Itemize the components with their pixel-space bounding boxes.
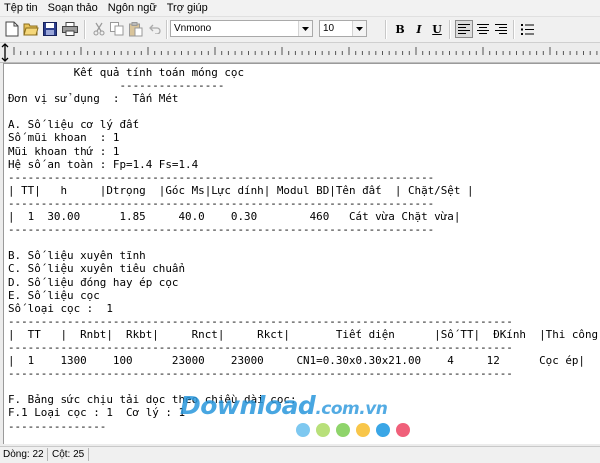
- document-line: | TT| h |Dtrọng |Góc Ms|Lực dính| Modul …: [8, 183, 474, 197]
- underline-button[interactable]: U: [428, 20, 446, 38]
- document-line: ----------------------------------------…: [8, 196, 435, 210]
- watermark-dot: [316, 423, 330, 437]
- copy-icon: [110, 22, 124, 36]
- align-center-icon: [477, 24, 489, 34]
- new-file-button[interactable]: [3, 20, 21, 38]
- menu-language[interactable]: Ngôn ngữ: [103, 0, 162, 16]
- indent-marker-icon[interactable]: [0, 43, 10, 62]
- cut-button[interactable]: [90, 20, 108, 38]
- paste-button[interactable]: [127, 20, 145, 38]
- font-size-value: 10: [323, 23, 335, 34]
- paste-icon: [129, 21, 143, 36]
- document-line: Số loại cọc : 1: [8, 301, 113, 315]
- status-separator: [47, 448, 48, 461]
- align-center-button[interactable]: [474, 20, 492, 38]
- font-size-select[interactable]: 10: [319, 20, 367, 37]
- undo-icon: [149, 24, 161, 34]
- document-line: C. Số liệu xuyên tiêu chuẩn: [8, 262, 186, 276]
- text-editor[interactable]: Kết quả tính toán móng cọc -------------…: [3, 63, 600, 444]
- align-left-icon: [458, 24, 470, 34]
- toolbar: Vnmono 10 B I U: [0, 17, 600, 43]
- ruler-ticks: [13, 47, 598, 55]
- chevron-down-icon[interactable]: [352, 21, 366, 36]
- save-button[interactable]: [41, 20, 59, 38]
- italic-button[interactable]: I: [410, 20, 428, 38]
- toolbar-separator: [385, 20, 387, 39]
- document-line: | 1 1300 100 23000 23000 CN1=0.30x0.30x2…: [8, 354, 585, 368]
- watermark-dot: [396, 423, 410, 437]
- status-separator: [88, 448, 89, 461]
- open-folder-icon: [23, 23, 39, 36]
- toolbar-separator: [513, 20, 515, 39]
- document-line: ----------------: [8, 79, 225, 93]
- ruler: [0, 43, 600, 63]
- toolbar-separator: [449, 20, 451, 39]
- scissors-icon: [93, 22, 105, 36]
- document-line: A. Số liệu cơ lý đất: [8, 118, 140, 132]
- document-line: D. Số liệu đóng hay ép cọc: [8, 275, 179, 289]
- open-file-button[interactable]: [22, 20, 40, 38]
- document-line: E. Số liệu cọc: [8, 288, 100, 302]
- undo-button[interactable]: [146, 20, 164, 38]
- toolbar-separator: [166, 20, 168, 39]
- document-line: ----------------------------------------…: [8, 340, 513, 354]
- document-line: ----------------------------------------…: [8, 367, 513, 381]
- document-line: B. Số liệu xuyên tĩnh: [8, 249, 146, 263]
- printer-icon: [62, 22, 78, 36]
- menu-bar: Tệp tin Soạn thảo Ngôn ngữ Trợ giúp: [0, 0, 600, 17]
- status-line: Dòng: 22: [3, 449, 44, 460]
- menu-file[interactable]: Tệp tin: [0, 0, 43, 16]
- align-left-button[interactable]: [455, 20, 473, 38]
- align-right-icon: [495, 24, 507, 34]
- menu-help[interactable]: Trợ giúp: [162, 0, 213, 16]
- document-line: F.1 Loại cọc : 1 Cơ lý : 1: [8, 406, 186, 420]
- font-name-value: Vnmono: [174, 23, 212, 34]
- document-line: F. Bảng sức chịu tải dọc theo chiều dài …: [8, 393, 297, 407]
- save-disk-icon: [43, 22, 57, 36]
- bullet-list-button[interactable]: [518, 20, 536, 38]
- document-line: | 1 30.00 1.85 40.0 0.30 460 Cát vừa Chặ…: [8, 210, 461, 224]
- chevron-down-icon[interactable]: [298, 21, 312, 36]
- new-file-icon: [5, 21, 19, 37]
- font-name-select[interactable]: Vnmono: [170, 20, 313, 37]
- document-line: Hệ số an toàn : Fp=1.4 Fs=1.4: [8, 157, 199, 171]
- status-bar: Dòng: 22 Cột: 25: [0, 446, 600, 463]
- print-button[interactable]: [61, 20, 79, 38]
- status-column: Cột: 25: [52, 449, 85, 460]
- document-line: Số mũi khoan : 1: [8, 131, 120, 145]
- document-line: ----------------------------------------…: [8, 314, 513, 328]
- watermark-dot: [336, 423, 350, 437]
- watermark-dot: [376, 423, 390, 437]
- document-line: | TT | Rnbt| Rkbt| Rnct| Rkct| Tiết diện…: [8, 327, 600, 341]
- document-line: Mũi khoan thứ : 1: [8, 144, 120, 158]
- document-line: ----------------------------------------…: [8, 223, 435, 237]
- align-right-button[interactable]: [492, 20, 510, 38]
- watermark-dots: [296, 423, 410, 437]
- menu-edit[interactable]: Soạn thảo: [43, 0, 103, 16]
- bullet-list-icon: [520, 23, 534, 35]
- watermark-dot: [296, 423, 310, 437]
- document-line: Kết quả tính toán móng cọc: [8, 66, 245, 79]
- watermark-dot: [356, 423, 370, 437]
- document-line: ----------------------------------------…: [8, 170, 435, 184]
- document-line: Đơn vị sử dụng : Tấn Mét: [8, 92, 179, 106]
- document-text: Kết quả tính toán móng cọc -------------…: [4, 64, 600, 433]
- copy-button[interactable]: [108, 20, 126, 38]
- bold-button[interactable]: B: [391, 20, 409, 38]
- toolbar-separator: [84, 20, 86, 39]
